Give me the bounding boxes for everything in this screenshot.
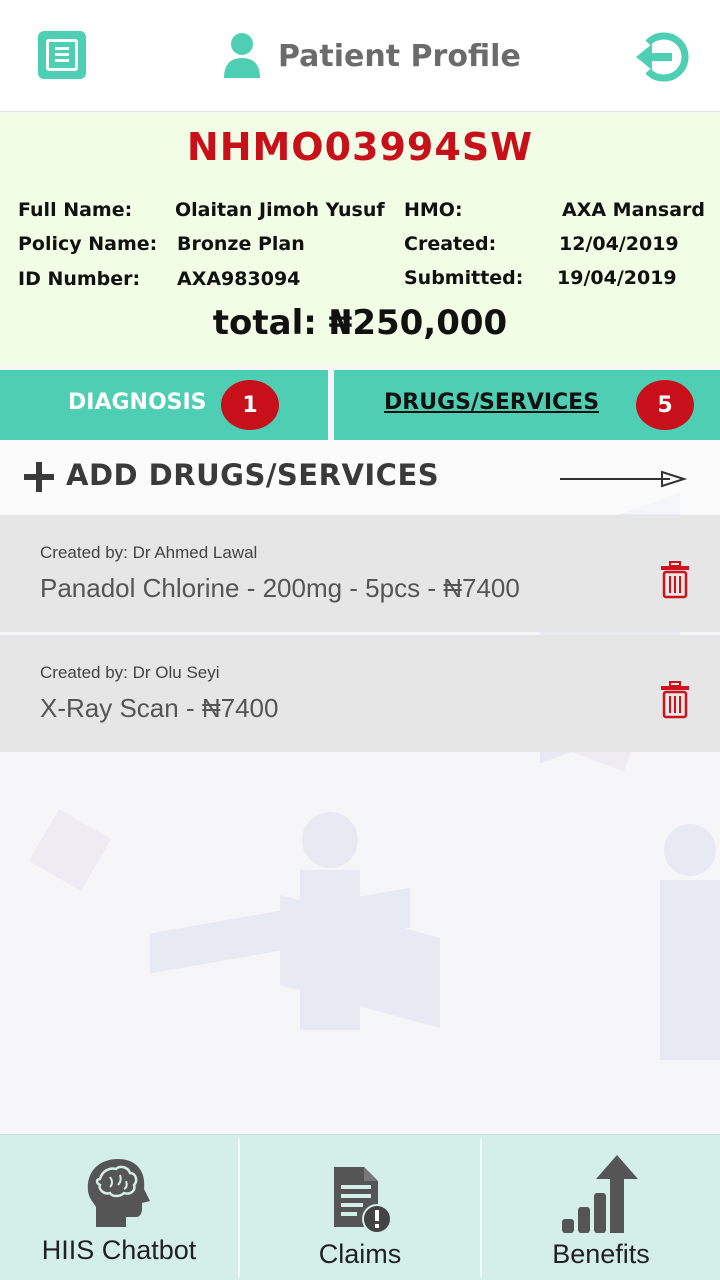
hmo-value: AXA Mansard xyxy=(562,199,706,221)
tab-drugs-services-label: DRUGS/SERVICES xyxy=(384,390,600,415)
logout-icon[interactable] xyxy=(634,30,692,84)
diagnosis-count-badge: 1 xyxy=(221,380,279,430)
nav-claims[interactable]: Claims xyxy=(240,1135,480,1280)
patient-summary-card: NHMO03994SW Full Name: Olaitan Jimoh Yus… xyxy=(0,113,720,366)
item-created-by: Created by: Dr Ahmed Lawal xyxy=(40,543,258,562)
id-number-value: AXA983094 xyxy=(177,268,301,290)
drugs-services-count-badge: 5 xyxy=(636,380,694,430)
menu-button[interactable] xyxy=(38,31,86,79)
created-value: 12/04/2019 xyxy=(559,233,679,255)
bottom-navigation: HIIS Chatbot Claims Benefits xyxy=(0,1134,720,1280)
nav-claims-label: Claims xyxy=(318,1239,402,1269)
tab-diagnosis-label: DIAGNOSIS xyxy=(68,390,207,415)
tab-diagnosis[interactable]: DIAGNOSIS 1 xyxy=(0,370,328,440)
arrow-right-icon[interactable] xyxy=(558,468,688,490)
growth-chart-icon xyxy=(562,1155,638,1233)
item-description: X-Ray Scan - ₦7400 xyxy=(40,693,279,723)
id-number-label: ID Number: xyxy=(18,268,141,290)
patient-id: NHMO03994SW xyxy=(186,125,534,169)
trash-icon[interactable] xyxy=(660,681,690,719)
top-app-bar: Patient Profile xyxy=(0,0,720,112)
nav-benefits[interactable]: Benefits xyxy=(482,1135,720,1280)
hmo-label: HMO: xyxy=(404,199,463,221)
page-title: Patient Profile xyxy=(278,38,521,74)
person-icon xyxy=(224,33,260,78)
total-amount: total: ₦250,000 xyxy=(212,303,508,343)
trash-icon[interactable] xyxy=(660,561,690,599)
item-created-by: Created by: Dr Olu Seyi xyxy=(40,663,220,682)
add-drugs-services-label: ADD DRUGS/SERVICES xyxy=(66,458,440,492)
nav-hiis-chatbot-label: HIIS Chatbot xyxy=(41,1235,197,1265)
submitted-value: 19/04/2019 xyxy=(557,267,677,289)
full-name-label: Full Name: xyxy=(18,199,133,221)
header-title-group: Patient Profile xyxy=(222,30,521,82)
policy-name-label: Policy Name: xyxy=(18,233,158,255)
document-alert-icon xyxy=(334,1167,392,1234)
tab-drugs-services[interactable]: DRUGS/SERVICES 5 xyxy=(334,370,720,440)
full-name-value: Olaitan Jimoh Yusuf xyxy=(175,199,385,221)
submitted-label: Submitted: xyxy=(404,267,524,289)
list-item: Created by: Dr Ahmed Lawal Panadol Chlor… xyxy=(0,515,720,632)
list-item: Created by: Dr Olu Seyi X-Ray Scan - ₦74… xyxy=(0,635,720,752)
menu-icon xyxy=(46,39,78,71)
plus-icon xyxy=(24,462,54,492)
nav-hiis-chatbot[interactable]: HIIS Chatbot xyxy=(0,1135,238,1280)
nav-benefits-label: Benefits xyxy=(552,1239,650,1269)
policy-name-value: Bronze Plan xyxy=(177,233,305,255)
brain-head-icon xyxy=(87,1159,150,1227)
created-label: Created: xyxy=(404,233,497,255)
item-description: Panadol Chlorine - 200mg - 5pcs - ₦7400 xyxy=(40,573,520,603)
